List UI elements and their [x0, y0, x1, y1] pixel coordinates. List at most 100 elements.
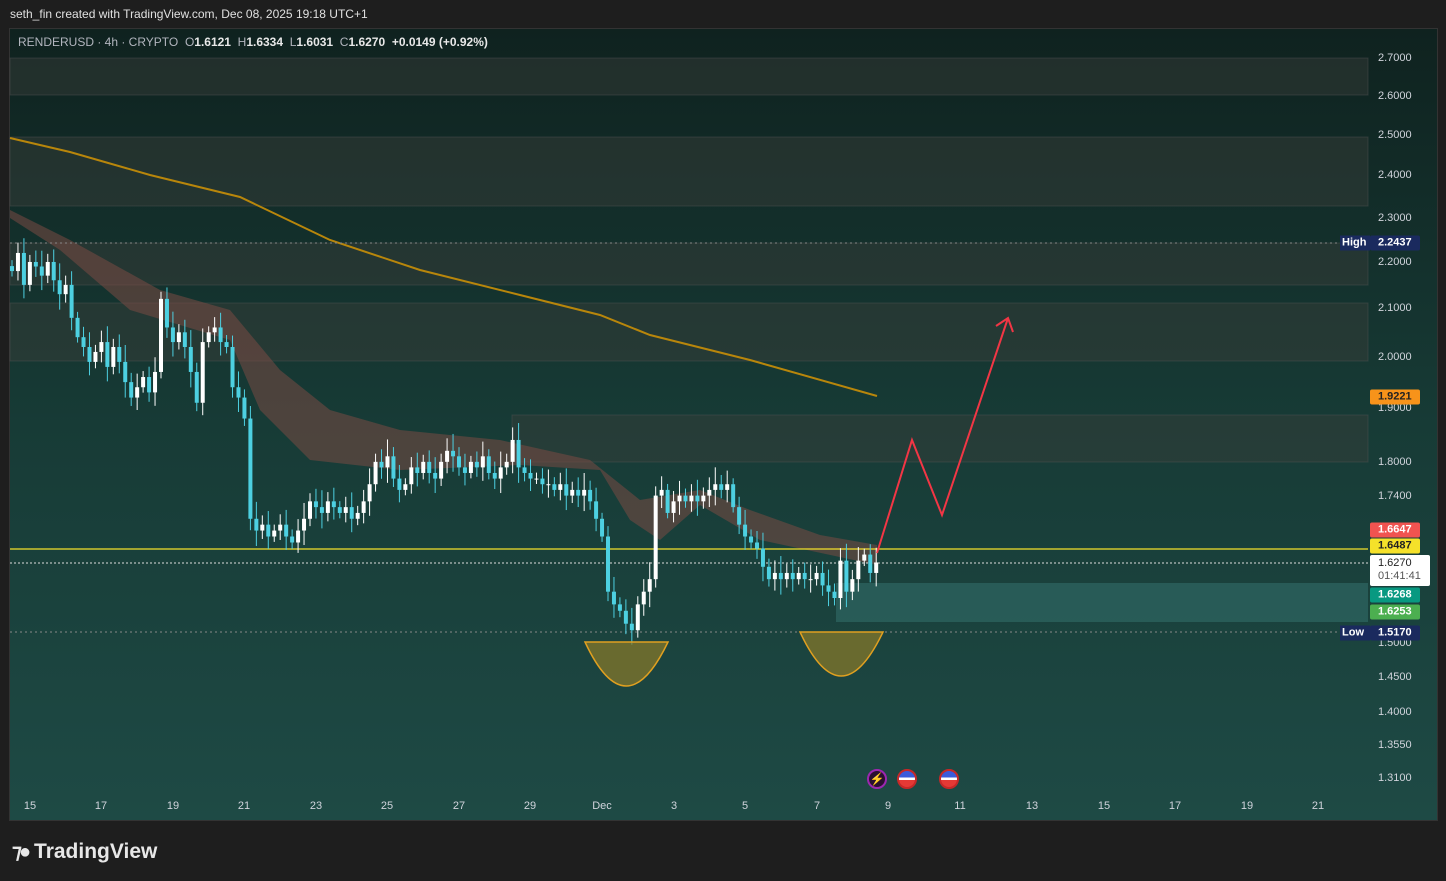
zone: [511, 414, 1369, 463]
candle-body: [820, 572, 825, 586]
candle-body: [743, 524, 748, 537]
candle-body: [99, 342, 104, 352]
red-price-tag: 1.6647: [1370, 522, 1420, 538]
time-tick: 29: [523, 800, 537, 812]
last-price-tag: 1.6270 01:41:41: [1370, 555, 1430, 586]
candle-body: [266, 524, 271, 537]
candle-body: [212, 327, 217, 333]
candle-body: [582, 489, 587, 496]
candle-body: [319, 507, 324, 513]
candle-body: [457, 456, 461, 468]
candle-body: [361, 501, 366, 513]
price-tick: 2.6000: [1378, 89, 1412, 102]
chart-canvas[interactable]: [0, 0, 1446, 881]
candle-body: [254, 518, 259, 531]
time-tick: 17: [94, 800, 108, 812]
time-tick: 7: [813, 800, 821, 812]
candle-body: [176, 332, 181, 343]
zones: [9, 57, 1369, 463]
candle-body: [510, 439, 515, 462]
time-tick: 27: [452, 800, 466, 812]
candle-body: [468, 461, 473, 473]
candle-body: [588, 489, 593, 502]
candle-body: [415, 467, 420, 473]
candle-body: [570, 489, 575, 496]
low-label: Low: [1340, 625, 1370, 641]
candle-body: [439, 461, 444, 479]
candle-body: [802, 572, 807, 580]
time-tick: 11: [954, 800, 966, 812]
candle-body: [790, 572, 795, 580]
candle-body: [15, 252, 20, 272]
time-tick: 25: [380, 800, 394, 812]
candle-body: [731, 484, 736, 508]
candle-body: [111, 346, 116, 367]
candle-body: [188, 346, 193, 372]
candle-body: [379, 461, 384, 468]
candle-body: [343, 507, 348, 513]
candle-body: [784, 572, 789, 580]
target-box: [836, 583, 1368, 622]
candle-body: [164, 298, 169, 328]
candle-body: [337, 507, 342, 513]
candle-body: [772, 572, 777, 580]
zone: [9, 136, 1369, 207]
candle-body: [403, 484, 408, 490]
candle-body: [832, 591, 837, 599]
lightning-event-icon[interactable]: ⚡: [867, 769, 887, 789]
time-tick: 13: [1025, 800, 1039, 812]
candle-body: [868, 554, 873, 573]
candle-body: [51, 261, 56, 281]
us-flag-event-icon[interactable]: [897, 769, 917, 789]
candle-body: [766, 566, 771, 580]
candle-body: [349, 507, 354, 519]
us-flag-event-icon[interactable]: [939, 769, 959, 789]
candle-body: [105, 342, 110, 367]
candle-body: [39, 266, 44, 276]
candle-body: [409, 467, 414, 485]
teal-price-tag: 1.6268: [1370, 587, 1420, 603]
candle-body: [325, 501, 330, 513]
low-value: 1.6031: [296, 35, 334, 49]
candle-body: [200, 342, 205, 403]
symbol-info[interactable]: RENDERUSD · 4h · CRYPTO: [18, 35, 178, 49]
candle-body: [749, 536, 754, 543]
time-tick: 21: [1311, 800, 1325, 812]
low-price-tag: 1.5170: [1370, 625, 1420, 641]
candle-body: [290, 536, 295, 543]
price-tick: 2.7000: [1378, 52, 1412, 64]
price-tick: 1.4000: [1378, 706, 1412, 719]
logo-text: TradingView: [34, 839, 158, 863]
bottom-marker-left: [583, 641, 670, 687]
candle-body: [308, 501, 312, 519]
yellow-price-tag: 1.6487: [1370, 538, 1420, 554]
candle-body: [564, 484, 569, 496]
candle-body: [504, 461, 509, 468]
candle-body: [480, 456, 485, 468]
open-value: 1.6121: [194, 35, 231, 49]
candle-body: [129, 382, 134, 398]
candle-body: [838, 560, 843, 599]
candle-body: [391, 456, 396, 479]
candle-body: [10, 266, 14, 272]
candle-body: [296, 530, 301, 543]
candle-body: [421, 461, 426, 473]
candle-body: [206, 332, 211, 343]
ohlc-legend: RENDERUSD · 4h · CRYPTO O1.6121 H1.6334 …: [18, 35, 488, 49]
candle-body: [826, 585, 831, 592]
price-tick: 1.3550: [1378, 738, 1412, 751]
candle-body: [755, 542, 759, 549]
time-tick: 21: [237, 800, 251, 812]
candle-body: [856, 560, 861, 580]
tradingview-logo[interactable]: ⁊● TradingView: [12, 839, 157, 864]
candle-body: [552, 484, 557, 490]
candle-body: [69, 284, 74, 318]
candle-body: [159, 298, 163, 372]
candle-body: [218, 327, 223, 343]
time-tick: 15: [1097, 800, 1111, 812]
candle-body: [141, 377, 146, 388]
candle-body: [272, 530, 277, 537]
time-tick: 19: [1240, 800, 1254, 812]
candle-body: [862, 554, 867, 561]
candle-body: [594, 501, 599, 519]
